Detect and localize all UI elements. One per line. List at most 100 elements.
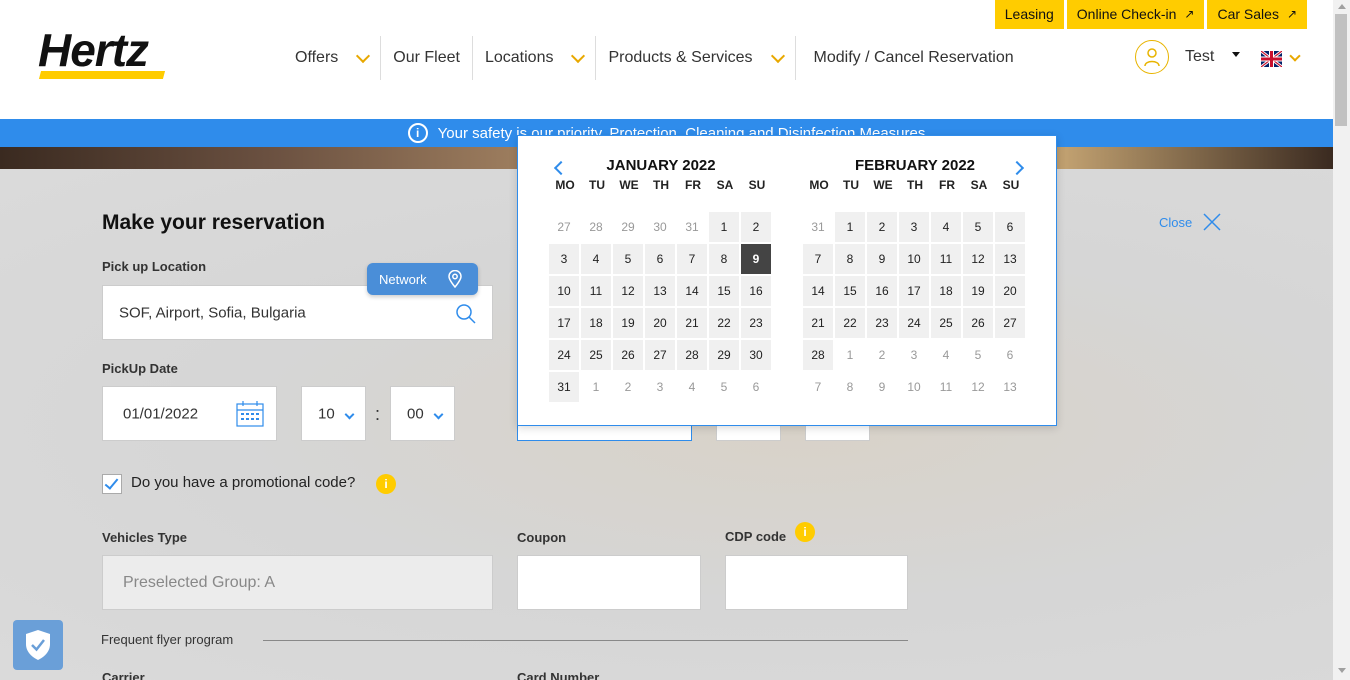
privacy-shield-button[interactable] (13, 620, 63, 670)
day-cell[interactable]: 17 (549, 308, 579, 338)
scroll-thumb[interactable] (1335, 14, 1347, 126)
day-cell[interactable]: 6 (995, 340, 1025, 370)
day-cell[interactable]: 9 (867, 244, 897, 274)
day-cell[interactable]: 2 (741, 212, 771, 242)
cdp-info-icon[interactable]: i (795, 522, 815, 542)
promo-info-icon[interactable]: i (376, 474, 396, 494)
day-cell[interactable]: 5 (613, 244, 643, 274)
day-cell[interactable]: 6 (995, 212, 1025, 242)
day-cell[interactable]: 8 (835, 244, 865, 274)
day-cell[interactable]: 15 (835, 276, 865, 306)
day-cell[interactable]: 26 (613, 340, 643, 370)
day-cell[interactable]: 21 (803, 308, 833, 338)
nav-products-services[interactable]: Products & Services (596, 36, 796, 80)
day-cell[interactable]: 25 (581, 340, 611, 370)
page-scrollbar[interactable] (1333, 0, 1350, 680)
calendar-icon[interactable] (236, 400, 264, 428)
day-cell[interactable]: 12 (613, 276, 643, 306)
day-cell[interactable]: 3 (549, 244, 579, 274)
day-cell[interactable]: 19 (963, 276, 993, 306)
day-cell[interactable]: 2 (613, 372, 643, 402)
day-cell[interactable]: 28 (677, 340, 707, 370)
day-cell[interactable]: 14 (677, 276, 707, 306)
day-cell[interactable]: 31 (677, 212, 707, 242)
day-cell[interactable]: 11 (931, 244, 961, 274)
day-cell[interactable]: 3 (899, 212, 929, 242)
network-button[interactable]: Network (367, 263, 478, 295)
day-cell[interactable]: 5 (963, 212, 993, 242)
day-cell[interactable]: 31 (803, 212, 833, 242)
day-cell[interactable]: 28 (581, 212, 611, 242)
day-cell[interactable]: 7 (677, 244, 707, 274)
day-cell[interactable]: 26 (963, 308, 993, 338)
day-cell[interactable]: 1 (835, 212, 865, 242)
day-cell[interactable]: 8 (835, 372, 865, 402)
leasing-link[interactable]: Leasing (994, 0, 1064, 29)
language-chevron-icon[interactable] (1289, 50, 1301, 62)
hertz-logo[interactable]: Hertz (38, 27, 168, 82)
day-cell[interactable]: 13 (645, 276, 675, 306)
nav-offers[interactable]: Offers (283, 36, 382, 80)
day-cell[interactable]: 24 (549, 340, 579, 370)
day-cell[interactable]: 6 (645, 244, 675, 274)
day-cell[interactable]: 13 (995, 372, 1025, 402)
day-cell[interactable]: 5 (709, 372, 739, 402)
day-cell[interactable]: 3 (899, 340, 929, 370)
cdp-code-input[interactable] (725, 555, 908, 610)
day-cell[interactable]: 7 (803, 372, 833, 402)
day-cell[interactable]: 4 (931, 340, 961, 370)
day-cell[interactable]: 23 (867, 308, 897, 338)
day-cell[interactable]: 29 (709, 340, 739, 370)
scroll-down-icon[interactable] (1338, 668, 1346, 673)
promo-checkbox[interactable] (102, 474, 122, 494)
day-cell[interactable]: 27 (645, 340, 675, 370)
day-cell[interactable]: 23 (741, 308, 771, 338)
day-cell[interactable]: 4 (581, 244, 611, 274)
pickup-date-input[interactable]: 01/01/2022 (102, 386, 277, 441)
day-cell[interactable]: 13 (995, 244, 1025, 274)
day-cell[interactable]: 22 (835, 308, 865, 338)
day-cell[interactable]: 3 (645, 372, 675, 402)
day-cell[interactable]: 1 (709, 212, 739, 242)
day-cell[interactable]: 15 (709, 276, 739, 306)
day-cell[interactable]: 6 (741, 372, 771, 402)
day-cell[interactable]: 1 (835, 340, 865, 370)
day-cell[interactable]: 25 (931, 308, 961, 338)
day-cell[interactable]: 20 (645, 308, 675, 338)
day-cell[interactable]: 12 (963, 244, 993, 274)
day-cell[interactable]: 16 (741, 276, 771, 306)
day-cell[interactable]: 7 (803, 244, 833, 274)
day-cell[interactable]: 27 (549, 212, 579, 242)
day-cell[interactable]: 19 (613, 308, 643, 338)
day-cell[interactable]: 10 (549, 276, 579, 306)
day-cell[interactable]: 11 (931, 372, 961, 402)
close-button[interactable]: Close (1159, 212, 1222, 232)
day-cell[interactable]: 27 (995, 308, 1025, 338)
day-cell[interactable]: 18 (581, 308, 611, 338)
day-cell[interactable]: 14 (803, 276, 833, 306)
day-cell[interactable]: 4 (931, 212, 961, 242)
day-cell[interactable]: 17 (899, 276, 929, 306)
day-cell[interactable]: 11 (581, 276, 611, 306)
day-cell[interactable]: 24 (899, 308, 929, 338)
day-cell[interactable]: 30 (645, 212, 675, 242)
nav-locations[interactable]: Locations (473, 36, 597, 80)
scroll-up-icon[interactable] (1338, 4, 1346, 9)
day-cell[interactable]: 8 (709, 244, 739, 274)
search-icon[interactable] (455, 303, 477, 325)
day-cell[interactable]: 10 (899, 372, 929, 402)
pickup-hour-select[interactable]: 10 (301, 386, 366, 441)
nav-modify-cancel[interactable]: Modify / Cancel Reservation (796, 36, 1026, 80)
uk-flag-icon[interactable] (1260, 49, 1283, 69)
day-cell[interactable]: 9 (867, 372, 897, 402)
nav-our-fleet[interactable]: Our Fleet (381, 36, 473, 80)
day-cell[interactable]: 2 (867, 212, 897, 242)
day-cell[interactable]: 18 (931, 276, 961, 306)
day-cell-selected[interactable]: 9 (741, 244, 771, 274)
day-cell[interactable]: 4 (677, 372, 707, 402)
day-cell[interactable]: 28 (803, 340, 833, 370)
day-cell[interactable]: 31 (549, 372, 579, 402)
day-cell[interactable]: 12 (963, 372, 993, 402)
day-cell[interactable]: 16 (867, 276, 897, 306)
pickup-minute-select[interactable]: 00 (390, 386, 455, 441)
